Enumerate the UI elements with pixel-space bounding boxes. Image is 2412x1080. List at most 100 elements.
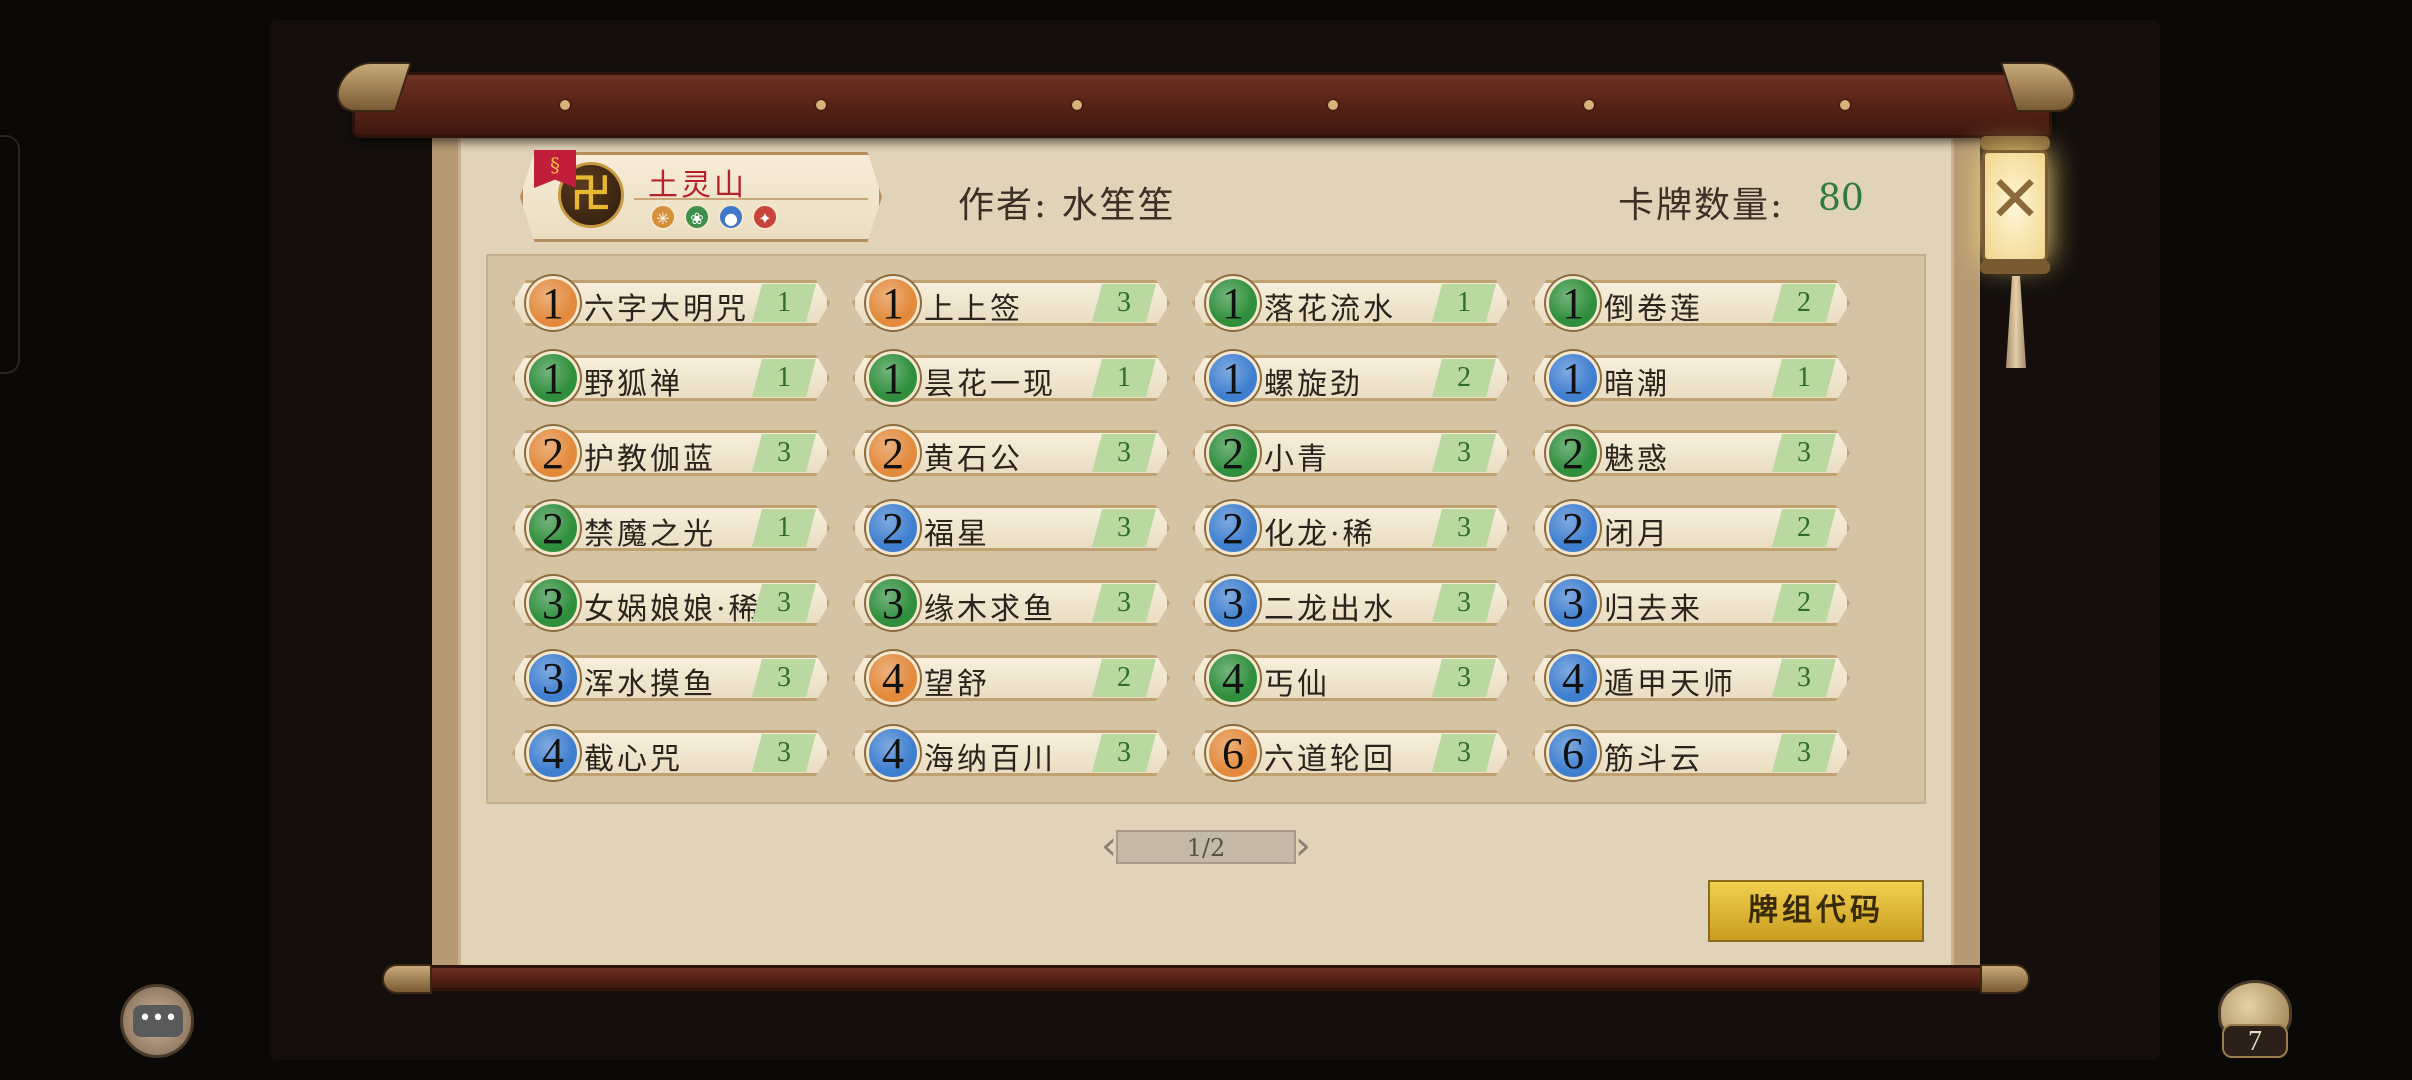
card-item[interactable]: 1 上上签 3 bbox=[852, 276, 1170, 330]
card-cost-badge: 2 bbox=[1546, 501, 1600, 555]
card-cost-badge: 3 bbox=[866, 576, 920, 630]
card-quantity: 3 bbox=[1772, 659, 1836, 697]
card-item[interactable]: 3 二龙出水 3 bbox=[1192, 576, 1510, 630]
scroll-top-rod bbox=[352, 72, 2052, 138]
scroll-bottom-cap-right bbox=[1980, 964, 2030, 994]
bag-button[interactable]: 7 bbox=[2216, 980, 2296, 1060]
card-item[interactable]: 1 倒卷莲 2 bbox=[1532, 276, 1850, 330]
card-item[interactable]: 1 暗潮 1 bbox=[1532, 351, 1850, 405]
card-name: 女娲娘娘·稀 bbox=[584, 592, 762, 627]
card-cost-badge: 1 bbox=[1206, 276, 1260, 330]
lantern-cap bbox=[1980, 136, 2050, 150]
page-indicator: 1/2 bbox=[1186, 834, 1226, 862]
card-item[interactable]: 2 魅惑 3 bbox=[1532, 426, 1850, 480]
card-item[interactable]: 2 黄石公 3 bbox=[852, 426, 1170, 480]
bag-count-badge: 7 bbox=[2222, 1024, 2288, 1058]
card-name: 筋斗云 bbox=[1604, 742, 1703, 777]
card-item[interactable]: 3 女娲娘娘·稀 3 bbox=[512, 576, 830, 630]
card-quantity: 1 bbox=[752, 284, 816, 322]
card-item[interactable]: 1 螺旋劲 2 bbox=[1192, 351, 1510, 405]
rod-stud bbox=[560, 100, 570, 110]
card-item[interactable]: 2 福星 3 bbox=[852, 501, 1170, 555]
fire-element-icon: ✦ bbox=[752, 204, 778, 230]
card-item[interactable]: 6 筋斗云 3 bbox=[1532, 726, 1850, 780]
card-name: 魅惑 bbox=[1604, 442, 1670, 477]
card-quantity: 2 bbox=[1772, 584, 1836, 622]
card-item[interactable]: 1 野狐禅 1 bbox=[512, 351, 830, 405]
card-quantity: 1 bbox=[752, 359, 816, 397]
card-name: 护教伽蓝 bbox=[584, 442, 716, 477]
card-cost-badge: 1 bbox=[866, 276, 920, 330]
deck-name-divider bbox=[634, 198, 868, 200]
card-quantity: 3 bbox=[752, 734, 816, 772]
card-name: 上上签 bbox=[924, 292, 1023, 327]
card-cost-badge: 3 bbox=[526, 651, 580, 705]
chat-button[interactable]: ••• bbox=[120, 984, 194, 1058]
card-item[interactable]: 4 海纳百川 3 bbox=[852, 726, 1170, 780]
card-count-label: 卡牌数量: bbox=[1618, 185, 1785, 226]
card-cost-badge: 2 bbox=[866, 426, 920, 480]
card-cost-badge: 2 bbox=[1546, 426, 1600, 480]
card-item[interactable]: 3 归去来 2 bbox=[1532, 576, 1850, 630]
card-name: 野狐禅 bbox=[584, 367, 683, 402]
card-cost-badge: 6 bbox=[1546, 726, 1600, 780]
rod-stud bbox=[1584, 100, 1594, 110]
card-name: 小青 bbox=[1264, 442, 1330, 477]
card-quantity: 3 bbox=[1432, 509, 1496, 547]
pagination: ‹ › 1/2 bbox=[1086, 824, 1326, 870]
card-item[interactable]: 2 闭月 2 bbox=[1532, 501, 1850, 555]
card-name: 倒卷莲 bbox=[1604, 292, 1703, 327]
card-item[interactable]: 1 落花流水 1 bbox=[1192, 276, 1510, 330]
deck-code-button[interactable]: 牌组代码 bbox=[1708, 880, 1924, 942]
rod-stud bbox=[816, 100, 826, 110]
wood-element-icon: ❀ bbox=[684, 204, 710, 230]
card-name: 丐仙 bbox=[1264, 667, 1330, 702]
card-name: 缘木求鱼 bbox=[924, 592, 1056, 627]
card-quantity: 3 bbox=[1432, 659, 1496, 697]
card-quantity: 3 bbox=[1092, 509, 1156, 547]
card-name: 黄石公 bbox=[924, 442, 1023, 477]
card-quantity: 3 bbox=[752, 584, 816, 622]
card-name: 螺旋劲 bbox=[1264, 367, 1363, 402]
card-name: 暗潮 bbox=[1604, 367, 1670, 402]
card-item[interactable]: 2 护教伽蓝 3 bbox=[512, 426, 830, 480]
deck-author: 作者: 水笙笙 bbox=[958, 185, 1176, 226]
card-quantity: 3 bbox=[1092, 584, 1156, 622]
side-panel-edge bbox=[0, 135, 20, 374]
card-name: 化龙·稀 bbox=[1264, 517, 1376, 552]
card-name: 海纳百川 bbox=[924, 742, 1056, 777]
card-quantity: 2 bbox=[1772, 509, 1836, 547]
card-quantity: 3 bbox=[752, 434, 816, 472]
card-item[interactable]: 3 浑水摸鱼 3 bbox=[512, 651, 830, 705]
card-cost-badge: 1 bbox=[526, 351, 580, 405]
close-button[interactable]: ✕ bbox=[1974, 136, 2056, 276]
card-cost-badge: 3 bbox=[526, 576, 580, 630]
card-item[interactable]: 4 遁甲天师 3 bbox=[1532, 651, 1850, 705]
card-cost-badge: 1 bbox=[1546, 351, 1600, 405]
card-item[interactable]: 2 小青 3 bbox=[1192, 426, 1510, 480]
card-cost-badge: 1 bbox=[526, 276, 580, 330]
card-item[interactable]: 4 丐仙 3 bbox=[1192, 651, 1510, 705]
card-name: 遁甲天师 bbox=[1604, 667, 1736, 702]
card-item[interactable]: 6 六道轮回 3 bbox=[1192, 726, 1510, 780]
card-quantity: 3 bbox=[1432, 584, 1496, 622]
card-name: 禁魔之光 bbox=[584, 517, 716, 552]
card-quantity: 2 bbox=[1092, 659, 1156, 697]
card-quantity: 3 bbox=[1432, 734, 1496, 772]
card-cost-badge: 3 bbox=[1546, 576, 1600, 630]
card-cost-badge: 2 bbox=[526, 426, 580, 480]
card-cost-badge: 1 bbox=[1206, 351, 1260, 405]
card-item[interactable]: 4 望舒 2 bbox=[852, 651, 1170, 705]
card-name: 截心咒 bbox=[584, 742, 683, 777]
card-name: 六字大明咒 bbox=[584, 292, 749, 327]
card-item[interactable]: 1 昙花一现 1 bbox=[852, 351, 1170, 405]
card-item[interactable]: 1 六字大明咒 1 bbox=[512, 276, 830, 330]
card-quantity: 3 bbox=[1432, 434, 1496, 472]
sun-element-icon: ✳ bbox=[650, 204, 676, 230]
card-item[interactable]: 2 化龙·稀 3 bbox=[1192, 501, 1510, 555]
card-item[interactable]: 3 缘木求鱼 3 bbox=[852, 576, 1170, 630]
lantern-cap bbox=[1980, 260, 2050, 274]
chat-bubble-icon: ••• bbox=[133, 1005, 183, 1037]
card-item[interactable]: 2 禁魔之光 1 bbox=[512, 501, 830, 555]
card-item[interactable]: 4 截心咒 3 bbox=[512, 726, 830, 780]
